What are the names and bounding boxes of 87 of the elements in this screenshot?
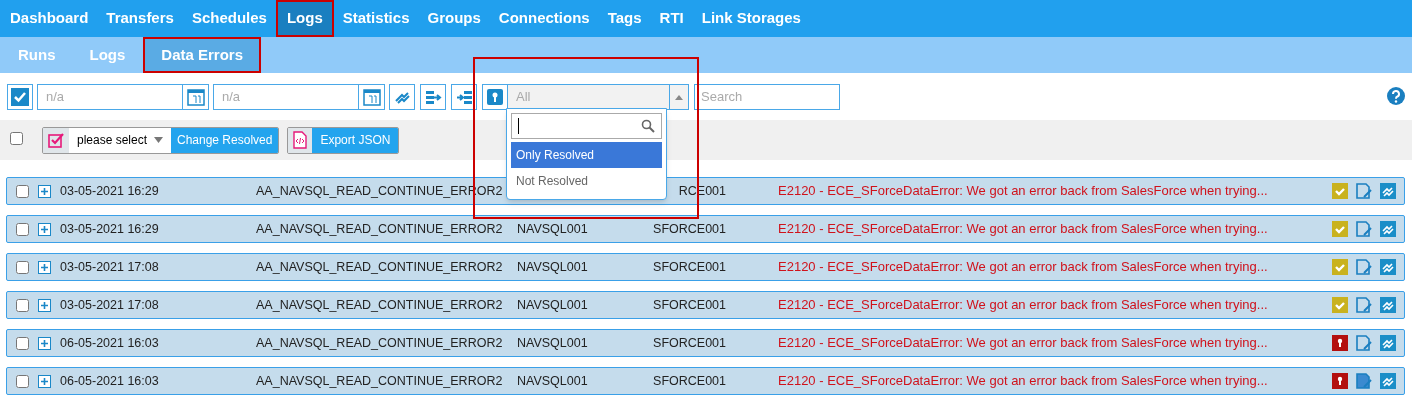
source-cell-text: NAVSQL001 bbox=[517, 334, 589, 352]
sub-tab[interactable]: Runs bbox=[2, 37, 72, 73]
date-cell-text: 03-05-2021 16:29 bbox=[60, 220, 160, 238]
check-icon[interactable] bbox=[1332, 259, 1348, 275]
row-checkbox[interactable] bbox=[16, 184, 29, 198]
nav-tab[interactable]: Statistics bbox=[333, 0, 419, 37]
note-edit-icon[interactable] bbox=[1355, 334, 1373, 352]
table-row[interactable]: 06-05-2021 16:03 AA_NAVSQL_READ_CONTINUE_ERROR2 NAVSQL001 SFORCE001 E2120 - ECE_SForceDataError: We got an error back from SalesForce when trying... bbox=[6, 329, 1405, 357]
nav-tab[interactable]: Dashboard bbox=[1, 0, 98, 37]
sub-tab[interactable]: Logs bbox=[73, 37, 142, 73]
select-all-checkbox[interactable] bbox=[7, 83, 33, 110]
check-icon[interactable] bbox=[1332, 297, 1348, 313]
search-icon[interactable] bbox=[641, 119, 655, 133]
table-row[interactable]: 06-05-2021 16:03 AA_NAVSQL_READ_CONTINUE_ERROR2 NAVSQL001 SFORCE001 E2120 - ECE_SForceDataError: We got an error back from SalesForce when trying... bbox=[6, 367, 1405, 395]
caret-icon[interactable] bbox=[675, 93, 683, 100]
error-message: E2120 - ECE_SForceDataError: We got an error back from SalesForce when trying... bbox=[778, 296, 1268, 315]
nav-tab[interactable]: Transfers bbox=[97, 0, 183, 37]
error-message: E2120 - ECE_SForceDataError: We got an error back from SalesForce when trying... bbox=[778, 372, 1268, 391]
nav-tab[interactable]: Logs bbox=[275, 0, 334, 37]
nav-tab[interactable]: Connections bbox=[489, 0, 599, 37]
note-edit-icon[interactable] bbox=[1355, 220, 1373, 238]
sub-tab[interactable]: Data Errors bbox=[143, 37, 262, 73]
source-cell-text: NAVSQL001 bbox=[517, 258, 589, 276]
row-checkbox[interactable] bbox=[16, 298, 29, 312]
target-cell-text: SFORCE001 bbox=[652, 334, 726, 352]
resolved-dropdown[interactable]: All bbox=[482, 83, 689, 110]
swap-arrows-icon[interactable] bbox=[1380, 183, 1396, 199]
date-cell-text: 03-05-2021 17:08 bbox=[60, 296, 160, 314]
nav-tab[interactable]: RTI bbox=[650, 0, 693, 37]
job-cell-text: AA_NAVSQL_READ_CONTINUE_ERROR2 bbox=[256, 220, 504, 238]
date-field[interactable]: n/a bbox=[213, 83, 359, 110]
error-message: E2120 - ECE_SForceDataError: We got an error back from SalesForce when trying... bbox=[778, 220, 1268, 239]
target-cell-text: SFORCE001 bbox=[652, 372, 726, 390]
expand-plus-icon[interactable] bbox=[38, 184, 51, 198]
check-icon[interactable] bbox=[1332, 221, 1348, 237]
nav-tab[interactable]: Tags bbox=[598, 0, 651, 37]
date-cell-text: 03-05-2021 16:29 bbox=[60, 182, 160, 200]
source-cell-text: NAVSQL001 bbox=[517, 296, 589, 314]
expand-plus-icon[interactable] bbox=[38, 260, 51, 274]
nav-tab[interactable]: Schedules bbox=[182, 0, 276, 37]
export-json-button[interactable]: Export JSON bbox=[312, 127, 399, 153]
note-edit-icon[interactable] bbox=[1355, 372, 1373, 390]
row-checkbox[interactable] bbox=[16, 374, 29, 388]
date-cell-text: 06-05-2021 16:03 bbox=[60, 334, 160, 352]
expand-plus-icon[interactable] bbox=[38, 222, 51, 236]
table-row[interactable]: 03-05-2021 16:29 AA_NAVSQL_READ_CONTINUE_ERROR2 NAVSQL001 SFORCE001 E2120 - ECE_SForceDataError: We got an error back from SalesForce when trying... bbox=[6, 215, 1405, 243]
select-all-checkbox[interactable] bbox=[10, 131, 23, 145]
row-checkbox[interactable] bbox=[16, 336, 29, 350]
job-cell-text: AA_NAVSQL_READ_CONTINUE_ERROR2 bbox=[256, 296, 504, 314]
date-cell-text: 06-05-2021 16:03 bbox=[60, 372, 160, 390]
date-cell-text: 03-05-2021 17:08 bbox=[60, 258, 160, 276]
job-cell-text: AA_NAVSQL_READ_CONTINUE_ERROR2 bbox=[256, 334, 504, 352]
note-edit-icon[interactable] bbox=[1355, 258, 1373, 276]
swap-arrows-icon[interactable] bbox=[1380, 297, 1396, 313]
expand-plus-icon[interactable] bbox=[38, 336, 51, 350]
nav-tab[interactable]: Groups bbox=[418, 0, 490, 37]
note-edit-icon[interactable] bbox=[1355, 182, 1373, 200]
target-cell-text: SFORCE001 bbox=[652, 220, 726, 238]
table-row[interactable]: 03-05-2021 17:08 AA_NAVSQL_READ_CONTINUE_ERROR2 NAVSQL001 SFORCE001 E2120 - ECE_SForceDataError: We got an error back from SalesForce when trying... bbox=[6, 291, 1405, 319]
expand-plus-icon[interactable] bbox=[38, 298, 51, 312]
error-message: E2120 - ECE_SForceDataError: We got an error back from SalesForce when trying... bbox=[778, 182, 1268, 201]
menu-search-field[interactable] bbox=[511, 113, 662, 139]
date-field[interactable]: n/a bbox=[37, 83, 183, 110]
job-cell-text: AA_NAVSQL_READ_CONTINUE_ERROR2 bbox=[256, 372, 504, 390]
source-cell-text: NAVSQL001 bbox=[517, 220, 589, 238]
swap-arrows-icon[interactable] bbox=[1380, 221, 1396, 237]
error-message: E2120 - ECE_SForceDataError: We got an error back from SalesForce when trying... bbox=[778, 258, 1268, 277]
target-cell-text: SFORCE001 bbox=[652, 296, 726, 314]
job-cell-text: AA_NAVSQL_READ_CONTINUE_ERROR2 bbox=[256, 258, 504, 276]
expand-plus-icon[interactable] bbox=[38, 374, 51, 388]
source-cell-text: NAVSQL001 bbox=[517, 372, 589, 390]
table-row[interactable]: 03-05-2021 17:08 AA_NAVSQL_READ_CONTINUE_ERROR2 NAVSQL001 SFORCE001 E2120 - ECE_SForceDataError: We got an error back from SalesForce when trying... bbox=[6, 253, 1405, 281]
swap-arrows-icon[interactable] bbox=[1380, 373, 1396, 389]
note-edit-icon[interactable] bbox=[1355, 296, 1373, 314]
error-message: E2120 - ECE_SForceDataError: We got an error back from SalesForce when trying... bbox=[778, 334, 1268, 353]
dropdown-value: All bbox=[508, 84, 669, 109]
row-checkbox[interactable] bbox=[16, 260, 29, 274]
target-cell-text: SFORCE001 bbox=[652, 258, 726, 276]
dropdown-option[interactable]: Only Resolved bbox=[511, 142, 662, 168]
help-icon[interactable] bbox=[1387, 87, 1405, 105]
row-checkbox[interactable] bbox=[16, 222, 29, 236]
code-file-icon[interactable] bbox=[293, 131, 308, 149]
search-field[interactable]: Search bbox=[694, 83, 840, 110]
check-icon[interactable] bbox=[1332, 183, 1348, 199]
swap-arrows-icon[interactable] bbox=[1380, 335, 1396, 351]
swap-arrows-icon[interactable] bbox=[1380, 259, 1396, 275]
nav-tab[interactable]: Link Storages bbox=[692, 0, 810, 37]
